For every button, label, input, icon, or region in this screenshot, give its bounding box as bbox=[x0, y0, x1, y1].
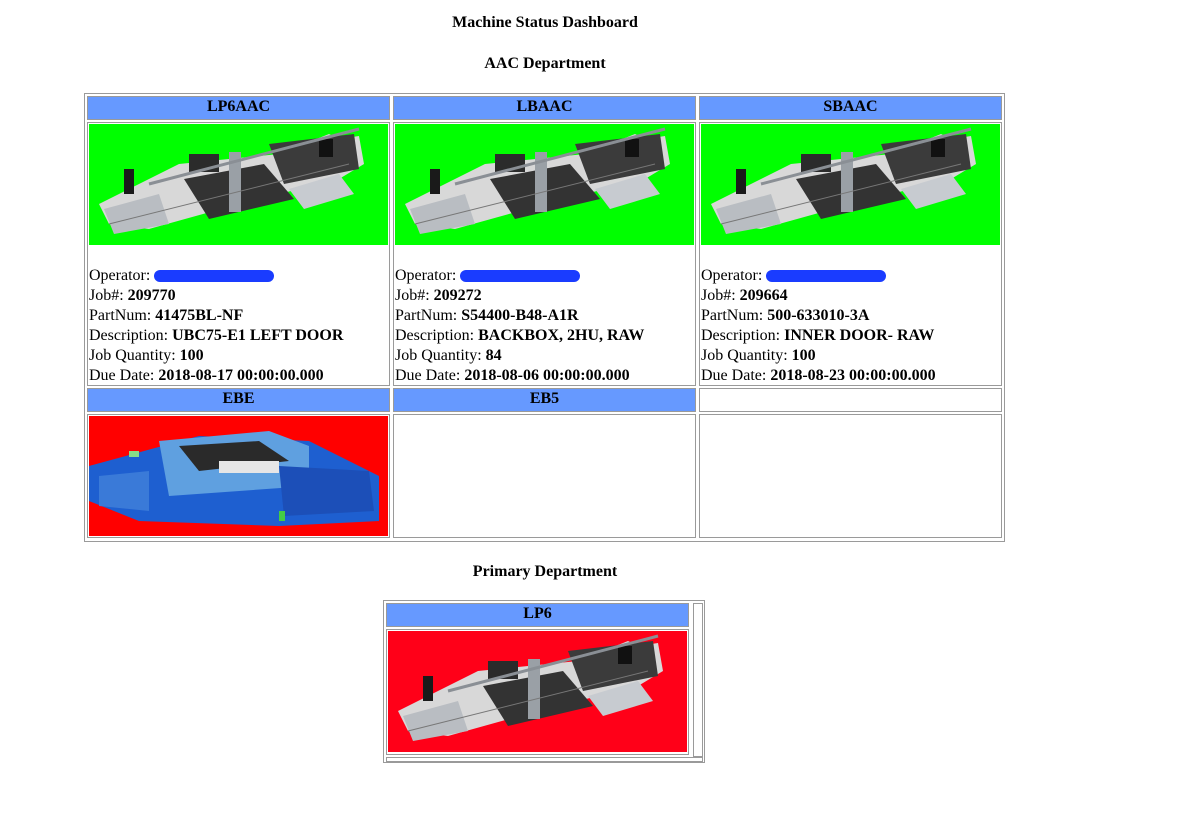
machine-image bbox=[388, 631, 687, 752]
machine-details: Operator: Job#: 209664 PartNum: 500-6330… bbox=[700, 266, 1001, 386]
machine-details: Operator: Job#: 209770 PartNum: 41475BL-… bbox=[88, 266, 389, 386]
job-row: Job#: 209272 bbox=[395, 287, 482, 304]
job-row: Job#: 209664 bbox=[701, 287, 788, 304]
description-row: Description: BACKBOX, 2HU, RAW bbox=[395, 327, 645, 344]
job-row: Job#: 209770 bbox=[89, 287, 176, 304]
due-date-row: Due Date: 2018-08-17 00:00:00.000 bbox=[89, 367, 324, 384]
quantity-row: Job Quantity: 100 bbox=[701, 347, 816, 364]
due-date-row: Due Date: 2018-08-06 00:00:00.000 bbox=[395, 367, 630, 384]
operator-row: Operator: bbox=[395, 266, 695, 286]
machine-card-eb5 bbox=[393, 414, 696, 538]
machine-card-sbaac: Operator: Job#: 209664 PartNum: 500-6330… bbox=[699, 122, 1002, 386]
machine-card-lp6aac: Operator: Job#: 209770 PartNum: 41475BL-… bbox=[87, 122, 390, 386]
department-title-primary: Primary Department bbox=[472, 563, 618, 580]
partnum-row: PartNum: S54400-B48-A1R bbox=[395, 307, 579, 324]
machine-header-lbaac: LBAAC bbox=[393, 96, 696, 120]
press-brake-image bbox=[89, 416, 388, 536]
horizontal-scrollbar[interactable] bbox=[386, 757, 703, 762]
machine-header-lp6: LP6 bbox=[386, 603, 689, 627]
department-title-aac: AAC Department bbox=[484, 55, 606, 72]
machine-card-lbaac: Operator: Job#: 209272 PartNum: S54400-B… bbox=[393, 122, 696, 386]
machine-image bbox=[395, 124, 694, 245]
machine-card-lp6 bbox=[386, 629, 689, 755]
operator-redacted bbox=[154, 270, 275, 283]
operator-row: Operator: bbox=[701, 266, 1001, 286]
machine-details: Operator: Job#: 209272 PartNum: S54400-B… bbox=[394, 266, 695, 386]
vertical-scrollbar[interactable] bbox=[693, 603, 703, 757]
page-title: Machine Status Dashboard bbox=[452, 14, 638, 31]
machine-header-sbaac: SBAAC bbox=[699, 96, 1002, 120]
partnum-row: PartNum: 41475BL-NF bbox=[89, 307, 244, 324]
machine-image bbox=[701, 124, 1000, 245]
operator-redacted bbox=[460, 270, 581, 283]
description-row: Description: INNER DOOR- RAW bbox=[701, 327, 935, 344]
machine-image bbox=[89, 124, 388, 245]
machine-header-lp6aac: LP6AAC bbox=[87, 96, 390, 120]
machine-card-ebe bbox=[87, 414, 390, 538]
machine-header-eb5: EB5 bbox=[393, 388, 696, 412]
operator-redacted bbox=[766, 270, 887, 283]
partnum-row: PartNum: 500-633010-3A bbox=[701, 307, 870, 324]
operator-row: Operator: bbox=[89, 266, 389, 286]
aac-machine-table: LP6AAC LBAAC SBAAC Operator: Job#: 20977… bbox=[84, 93, 1005, 542]
empty-header-cell bbox=[699, 388, 1002, 412]
empty-machine-cell bbox=[699, 414, 1002, 538]
machine-header-ebe: EBE bbox=[87, 388, 390, 412]
due-date-row: Due Date: 2018-08-23 00:00:00.000 bbox=[701, 367, 936, 384]
quantity-row: Job Quantity: 100 bbox=[89, 347, 204, 364]
quantity-row: Job Quantity: 84 bbox=[395, 347, 502, 364]
description-row: Description: UBC75-E1 LEFT DOOR bbox=[89, 327, 344, 344]
primary-machine-table: LP6 bbox=[383, 600, 705, 763]
